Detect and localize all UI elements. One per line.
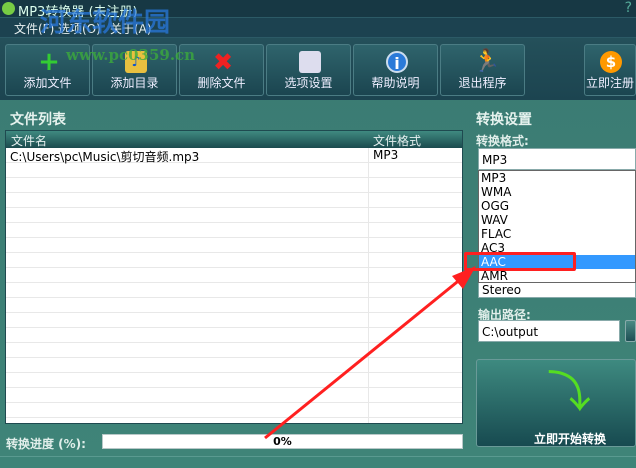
annotation-arrow [264, 266, 476, 440]
arrow-shaft [264, 276, 463, 440]
arrow-head [452, 266, 476, 289]
